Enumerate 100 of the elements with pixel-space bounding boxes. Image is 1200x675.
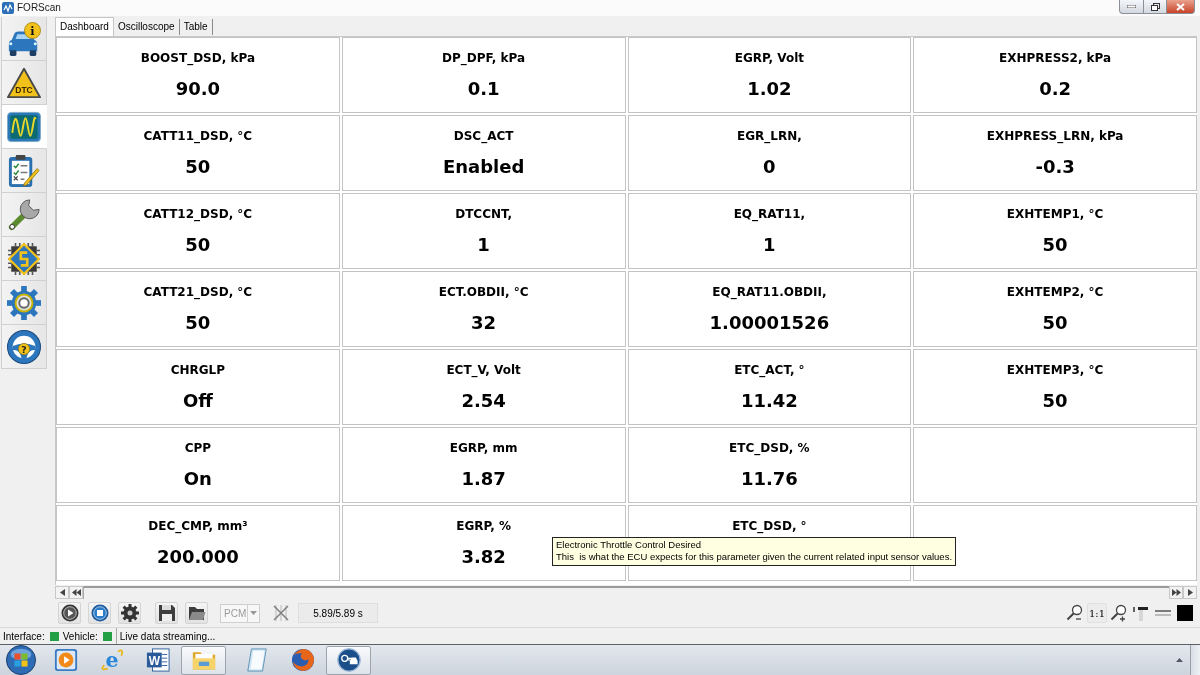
gauge-label: EQ_RAT11.OBDII,: [712, 285, 827, 300]
key-badge-icon: [336, 648, 361, 672]
gauge-value: 200.000: [156, 546, 239, 568]
gauge-value: 50: [1042, 234, 1068, 256]
window-title: FORScan: [17, 2, 61, 14]
triangle-right-icon: [1185, 589, 1195, 596]
scroll-start-button[interactable]: [69, 586, 83, 599]
media-player-icon: [53, 648, 78, 672]
gauge-value: 50: [1042, 390, 1068, 412]
restore-button[interactable]: [1144, 0, 1167, 14]
stop-button[interactable]: [88, 602, 111, 624]
gauge-value: 0: [763, 156, 776, 178]
triangle-left-icon: [57, 589, 67, 596]
gauge-value: 90.0: [175, 78, 221, 100]
scroll-left-button[interactable]: [55, 586, 69, 599]
tab[interactable]: Dashboard: [55, 17, 114, 36]
gauge-value: Off: [182, 390, 213, 412]
chip-icon: [7, 241, 41, 276]
warning-triangle-icon: DTC: [7, 65, 41, 100]
open-button[interactable]: [185, 602, 208, 624]
gauge-value: 0.1: [467, 78, 500, 100]
close-button[interactable]: [1167, 0, 1195, 14]
scroll-end-button[interactable]: [1169, 586, 1183, 599]
gauge-label: EGR_LRN,: [737, 129, 802, 144]
double-triangle-right-icon: [1171, 589, 1181, 596]
settings-icon: [120, 604, 139, 622]
settings-button[interactable]: [118, 602, 141, 624]
gauge-label: EXHPRESS2, kPa: [999, 51, 1112, 66]
gauge-label: EXHTEMP2, °C: [1006, 285, 1104, 300]
gauge-value: 50: [185, 312, 211, 334]
gauge-value: Enabled: [442, 156, 525, 178]
gauge-value: 1.87: [461, 468, 506, 490]
color-button[interactable]: [1175, 603, 1195, 623]
caret-down-icon: [250, 611, 257, 615]
gauge-value: -0.3: [1035, 156, 1075, 178]
sidebar-button[interactable]: [1, 237, 47, 281]
tab[interactable]: Table: [179, 19, 213, 35]
gauge-value: 50: [185, 234, 211, 256]
gauge-label: ECT.OBDII, °C: [438, 285, 529, 300]
gauge-label: EXHPRESS_LRN, kPa: [986, 129, 1124, 144]
status-label: Interface:: [3, 630, 45, 642]
gauge-value: 1.02: [747, 78, 792, 100]
zoom-out-icon: [1066, 604, 1084, 622]
sidebar-button[interactable]: ?: [1, 325, 47, 369]
sidebar-button[interactable]: [1, 149, 47, 193]
zoom-out-button[interactable]: [1065, 603, 1085, 623]
tooltip-text: This is what the ECU expects for this parameter given the current related input sensor values.: [556, 551, 953, 563]
gauge-label: CPP: [184, 441, 212, 456]
zoom-in-button[interactable]: [1109, 603, 1129, 623]
gear-icon: [7, 285, 41, 320]
sidebar-button[interactable]: [1, 281, 47, 325]
oscilloscope-icon: [7, 109, 41, 144]
crossed-lines-icon: [271, 604, 290, 622]
gauge-label: EXHTEMP1, °C: [1006, 207, 1104, 222]
taskbar-button[interactable]: [326, 645, 371, 675]
taskbar-button[interactable]: W: [135, 645, 180, 675]
gauge-label: EGRP, %: [456, 519, 511, 534]
gauge-label: EQ_RAT11,: [733, 207, 806, 222]
gauge-label: DSC_ACT: [453, 129, 514, 144]
restore-icon: [1150, 2, 1160, 11]
gauge-value: 32: [471, 312, 497, 334]
zoom-in-icon: [1110, 604, 1128, 622]
stop-icon: [90, 604, 109, 622]
folder-icon: [187, 604, 206, 622]
caret-up-icon: [1175, 658, 1183, 662]
gauge-label: CHRGLP: [170, 363, 226, 378]
play-button[interactable]: [58, 602, 81, 624]
gauge-label: ETC_DSD, %: [729, 441, 810, 456]
scroll-right-button[interactable]: [1183, 586, 1197, 599]
gauge-label: BOOST_DSD, kPa: [140, 51, 255, 66]
gauge-label: EGRP, mm: [449, 441, 518, 456]
gauge-value: 1.00001526: [709, 312, 830, 334]
gauge-label: DEC_CMP, mm³: [148, 519, 248, 534]
flag-orb-icon: [6, 645, 36, 675]
steering-wheel-icon: ?: [7, 329, 41, 364]
gauge-value: 50: [1042, 312, 1068, 334]
gauge-value: 50: [185, 156, 211, 178]
gauge-value: On: [183, 468, 212, 490]
close-icon: [1176, 2, 1185, 11]
gauge-value: 0.2: [1039, 78, 1072, 100]
play-icon: [60, 604, 79, 622]
double-triangle-left-icon: [71, 589, 81, 596]
tab[interactable]: Oscilloscope: [113, 19, 180, 35]
minimize-icon: [1127, 5, 1136, 8]
sidebar-button[interactable]: i: [1, 17, 47, 61]
sidebar-button[interactable]: [1, 193, 47, 237]
gauge-label: EGRP, Volt: [734, 51, 805, 66]
notepad-icon: [244, 648, 269, 672]
gauge-label: ECT_V, Volt: [446, 363, 521, 378]
status-message: Live data streaming...: [119, 630, 216, 642]
marker-style-icon: [1132, 604, 1150, 622]
wrench-icon: [7, 197, 41, 232]
zoom-reset-button[interactable]: 1:1: [1087, 603, 1107, 623]
sidebar-button[interactable]: DTC: [1, 61, 47, 105]
gauge-value: 11.76: [740, 468, 798, 490]
gauge-value: 1: [477, 234, 490, 256]
gauge-label: DTCCNT,: [455, 207, 513, 222]
gauge-value: 3.82: [461, 546, 506, 568]
gauge-label: DP_DPF, kPa: [442, 51, 526, 66]
save-button[interactable]: [155, 602, 178, 624]
